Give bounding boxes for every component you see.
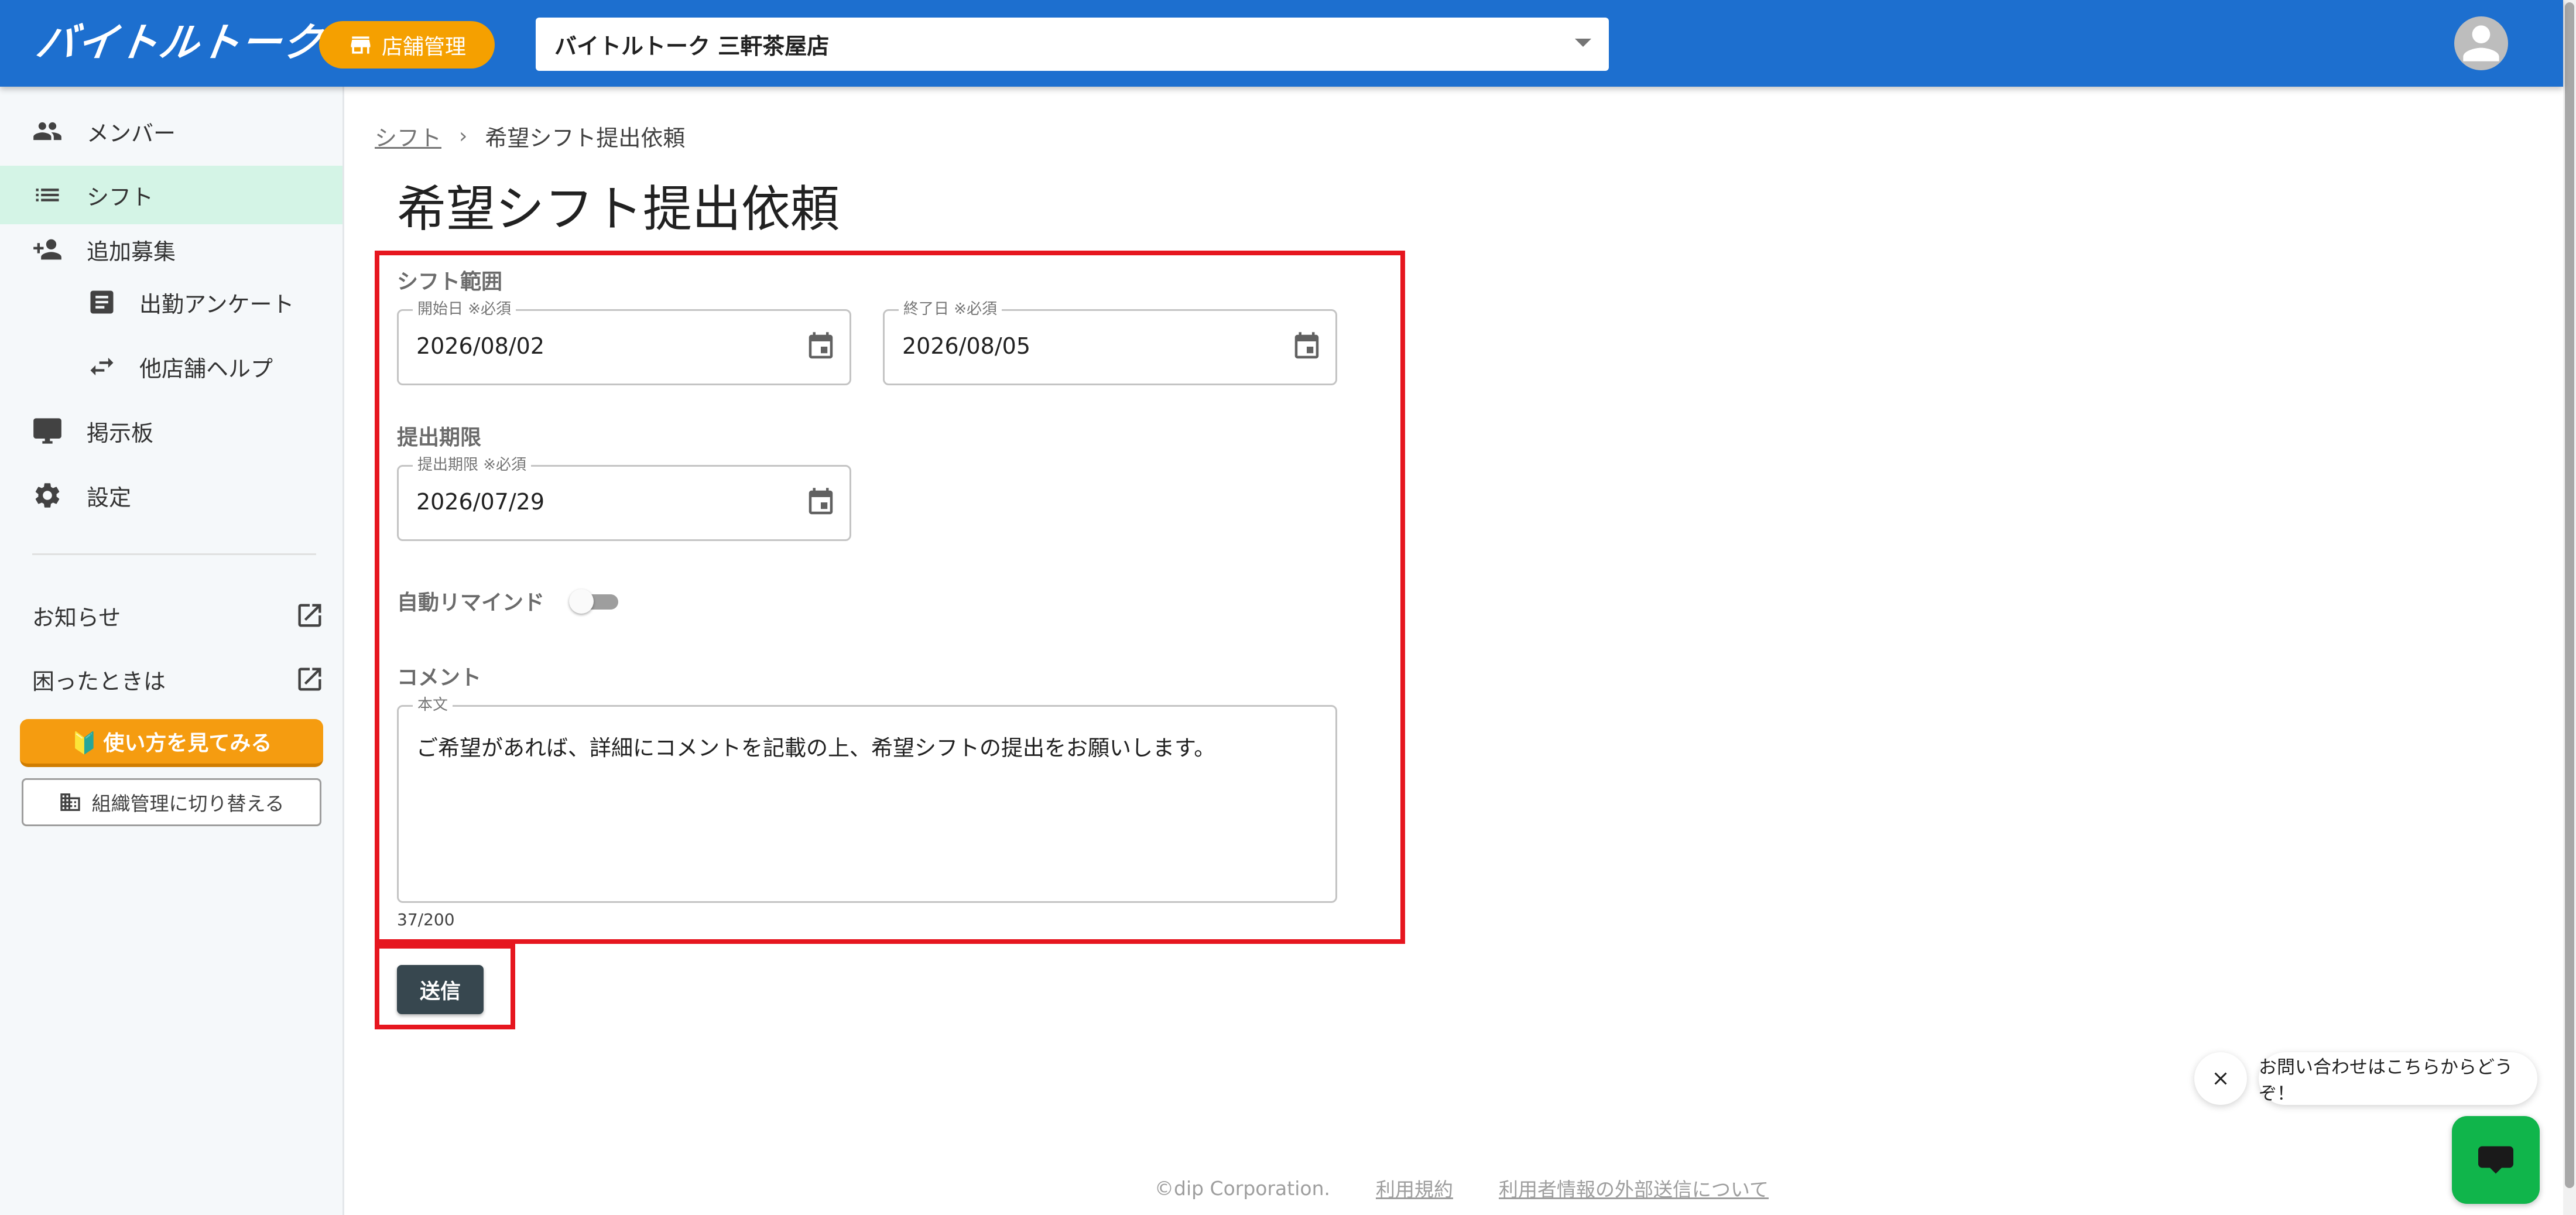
sidebar-item-label: 設定 [87,484,132,511]
shift-range-label: シフト範囲 [397,270,503,294]
scrollbar-thumb[interactable] [2565,2,2574,1188]
footer: ©dip Corporation. 利用規約 利用者情報の外部送信について [1155,1173,1769,1203]
deadline-label: 提出期限 ※必須 [413,456,532,474]
app-logo[interactable]: バイトルトーク [33,20,327,67]
building-icon [60,793,81,811]
footer-copyright: ©dip Corporation. [1155,1176,1330,1200]
swap-icon [90,357,114,376]
start-date-value: 2026/08/02 [416,333,545,359]
end-date-label: 終了日 ※必須 [899,300,1002,318]
list-icon [36,189,59,201]
sidebar: メンバー シフト 追加募集 出勤アンケート 他店舗ヘルプ 掲示板 設定 お知らせ… [0,87,344,1215]
sidebar-item-other-store-help[interactable]: 他店舗ヘルプ [0,337,342,396]
app-header: バイトルトーク 店舗管理 バイトルトーク 三軒茶屋店 [0,0,2563,87]
deadline-field[interactable]: 提出期限 ※必須 2026/07/29 [397,456,851,541]
switch-label: 組織管理に切り替える [91,793,285,814]
sidebar-item-bulletin-board[interactable]: 掲示板 [0,402,342,460]
sidebar-item-label: 他店舗ヘルプ [139,355,273,382]
people-icon [33,122,61,141]
chevron-right-icon: › [459,124,468,148]
sidebar-item-shift[interactable]: シフト [0,166,342,224]
external-link-icon [298,604,321,627]
sidebar-item-label: 掲示板 [87,420,154,446]
sidebar-link-label: お知らせ [32,604,121,631]
person-add-icon [33,239,61,260]
sidebar-divider [32,553,316,555]
chat-prompt-text: お問い合わせはこちらからどうぞ！ [2259,1057,2513,1104]
end-date-field[interactable]: 終了日 ※必須 2026/08/05 [883,300,1337,385]
sidebar-link-help[interactable]: 困ったときは [0,650,342,709]
comment-section-label: コメント [397,666,482,690]
auto-remind-toggle[interactable] [569,586,622,615]
chat-prompt-bubble[interactable]: お問い合わせはこちらからどうぞ！ [2259,1052,2537,1105]
monitor-icon [33,418,61,444]
gear-icon [35,483,60,508]
comment-textarea[interactable]: 本文 ご希望があれば、詳細にコメントを記載の上、希望シフトの提出をお願いします。 [397,696,1337,903]
store-management-label: 店舗管理 [381,35,466,59]
breadcrumb-current: 希望シフト提出依頼 [485,125,686,151]
sidebar-item-members[interactable]: メンバー [0,102,342,160]
sidebar-item-label: シフト [87,184,154,210]
external-link-icon [298,668,321,691]
store-select[interactable]: バイトルトーク 三軒茶屋店 [536,18,1609,71]
store-management-button[interactable]: 店舗管理 [319,21,495,69]
footer-terms-link[interactable]: 利用規約 [1376,1174,1453,1202]
sidebar-link-notices[interactable]: お知らせ [0,586,342,645]
sidebar-link-label: 困ったときは [32,668,166,694]
chat-icon [2478,1146,2513,1174]
howto-label: 🔰 使い方を見てみる [71,731,272,755]
submit-button[interactable]: 送信 [397,965,484,1014]
end-date-value: 2026/08/05 [902,333,1031,359]
calendar-icon[interactable] [1291,331,1323,362]
store-select-value: バイトルトーク 三軒茶屋店 [554,33,830,59]
chat-launcher-button[interactable] [2452,1116,2540,1204]
close-icon [2214,1072,2227,1085]
page-title: 希望シフト提出依頼 [397,180,840,238]
breadcrumb: シフト › 希望シフト提出依頼 [375,119,685,152]
chat-close-button[interactable] [2194,1052,2247,1105]
store-icon [351,36,371,54]
toggle-thumb [569,589,594,614]
breadcrumb-link-shift[interactable]: シフト [375,120,441,152]
sidebar-item-attendance-survey[interactable]: 出勤アンケート [0,273,342,331]
sidebar-item-additional-recruit[interactable]: 追加募集 [0,220,342,279]
deadline-section-label: 提出期限 [397,426,482,450]
start-date-field[interactable]: 開始日 ※必須 2026/08/02 [397,300,851,385]
switch-to-organization-button[interactable]: 組織管理に切り替える [22,778,321,826]
form-icon [90,290,114,314]
user-avatar[interactable] [2454,16,2508,70]
user-icon [2463,25,2499,61]
comment-body-value: ご希望があれば、詳細にコメントを記載の上、希望シフトの提出をお願いします。 [416,735,1216,761]
start-date-label: 開始日 ※必須 [413,300,516,318]
auto-remind-label: 自動リマインド [397,591,545,615]
howto-button[interactable]: 🔰 使い方を見てみる [20,719,323,767]
footer-external-info-link[interactable]: 利用者情報の外部送信について [1499,1174,1769,1202]
comment-body-label: 本文 [413,696,453,714]
character-count: 37/200 [397,910,455,929]
chevron-down-icon [1575,39,1591,47]
sidebar-item-label: 追加募集 [87,238,176,265]
sidebar-item-label: 出勤アンケート [139,291,294,317]
calendar-icon[interactable] [805,331,837,362]
sidebar-item-label: メンバー [87,120,176,146]
deadline-value: 2026/07/29 [416,489,545,515]
sidebar-item-settings[interactable]: 設定 [0,466,342,525]
calendar-icon[interactable] [805,487,837,518]
